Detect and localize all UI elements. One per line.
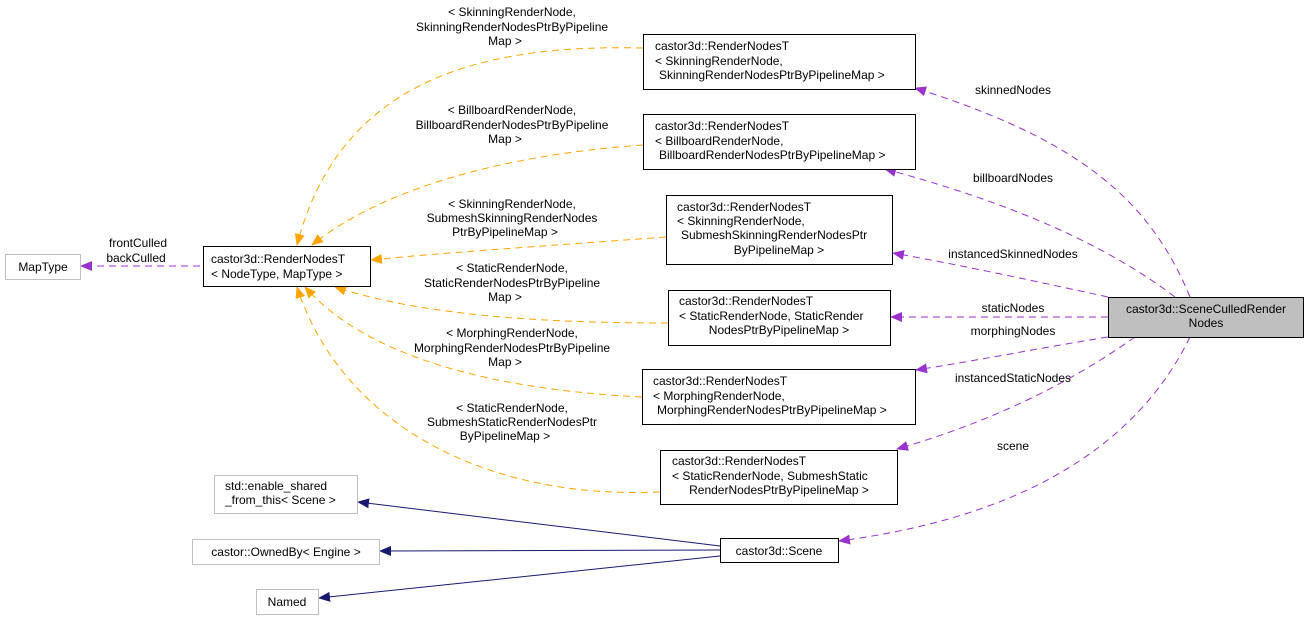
member-label-billboard: billboardNodes [973, 171, 1053, 185]
template-label-static: < StaticRenderNode, StaticRenderNodesPtr… [424, 261, 600, 304]
svg-text:castor3d::RenderNodesT: castor3d::RenderNodesT [677, 200, 812, 214]
svg-text:BillboardRenderNodesPtrByPipel: BillboardRenderNodesPtrByPipelineMap > [659, 148, 885, 162]
svg-text:castor3d::RenderNodesT: castor3d::RenderNodesT [211, 252, 346, 266]
svg-text:NodesPtrByPipelineMap >: NodesPtrByPipelineMap > [709, 323, 849, 337]
template-label-submesh-skinning: < SkinningRenderNode, SubmeshSkinningRen… [427, 197, 598, 239]
svg-text:Nodes: Nodes [1189, 316, 1224, 330]
member-edge-skinned [914, 86, 1191, 298]
svg-text:castor3d::RenderNodesT: castor3d::RenderNodesT [653, 374, 788, 388]
template-edge-submesh-skinning [370, 236, 667, 264]
inherit-edge-owned-by [379, 545, 721, 556]
svg-text:_from_this< Scene >: _from_this< Scene > [224, 493, 336, 507]
svg-text:castor3d::SceneCulledRender: castor3d::SceneCulledRender [1126, 302, 1286, 316]
svg-text:< BillboardRenderNode,: < BillboardRenderNode, [655, 134, 783, 148]
node-submesh-skinning-render-nodes[interactable]: castor3d::RenderNodesT < SkinningRenderN… [666, 195, 893, 265]
template-edge-submesh-static [295, 286, 661, 494]
node-static-render-nodes[interactable]: castor3d::RenderNodesT < StaticRenderNod… [668, 290, 891, 346]
svg-text:< SkinningRenderNode,: < SkinningRenderNode, [655, 54, 783, 68]
svg-text:ByPipelineMap >: ByPipelineMap > [734, 243, 824, 257]
node-billboard-render-nodes[interactable]: castor3d::RenderNodesT < BillboardRender… [643, 114, 916, 170]
svg-text:Map >: Map > [488, 355, 522, 369]
member-label-skinned: skinnedNodes [975, 83, 1051, 97]
svg-text:castor3d::RenderNodesT: castor3d::RenderNodesT [679, 294, 814, 308]
member-label-morphing: morphingNodes [971, 324, 1056, 338]
svg-text:castor3d::RenderNodesT: castor3d::RenderNodesT [655, 119, 790, 133]
svg-text:SkinningRenderNodesPtrByPipeli: SkinningRenderNodesPtrByPipelineMap > [659, 68, 885, 82]
svg-text:backCulled: backCulled [106, 251, 165, 265]
svg-text:Map >: Map > [488, 132, 522, 146]
node-scene-culled-render-nodes[interactable]: castor3d::SceneCulledRender Nodes [1108, 297, 1304, 338]
svg-text:MapType: MapType [18, 260, 68, 274]
template-label-submesh-static: < StaticRenderNode, SubmeshStaticRenderN… [427, 401, 597, 443]
node-morphing-render-nodes[interactable]: castor3d::RenderNodesT < MorphingRenderN… [642, 369, 916, 425]
svg-text:SubmeshSkinningRenderNodesPtr: SubmeshSkinningRenderNodesPtr [681, 228, 867, 242]
svg-text:Map >: Map > [488, 290, 522, 304]
svg-text:< NodeType, MapType >: < NodeType, MapType > [211, 267, 342, 281]
svg-text:RenderNodesPtrByPipelineMap >: RenderNodesPtrByPipelineMap > [689, 483, 869, 497]
template-label-skinning: < SkinningRenderNode, SkinningRenderNode… [416, 5, 608, 48]
svg-text:SkinningRenderNodesPtrByPipeli: SkinningRenderNodesPtrByPipeline [416, 20, 608, 34]
svg-text:< StaticRenderNode,: < StaticRenderNode, [456, 401, 568, 415]
inherit-edge-enable-shared [357, 498, 721, 547]
member-edge-morphing [915, 336, 1109, 374]
svg-text:< StaticRenderNode, StaticRend: < StaticRenderNode, StaticRender [679, 309, 863, 323]
template-label-morphing: < MorphingRenderNode, MorphingRenderNode… [414, 326, 610, 369]
member-edge-instanced-static [896, 336, 1136, 451]
node-maptype[interactable]: MapType [5, 254, 81, 280]
svg-text:< BillboardRenderNode,: < BillboardRenderNode, [448, 103, 576, 117]
svg-text:castor3d::RenderNodesT: castor3d::RenderNodesT [672, 454, 807, 468]
node-named[interactable]: Named [256, 589, 319, 615]
node-scene[interactable]: castor3d::Scene [720, 538, 839, 563]
svg-text:< StaticRenderNode, SubmeshSta: < StaticRenderNode, SubmeshStatic [672, 469, 868, 483]
node-owned-by-engine[interactable]: castor::OwnedBy< Engine > [192, 539, 380, 565]
svg-text:BillboardRenderNodesPtrByPipel: BillboardRenderNodesPtrByPipeline [416, 118, 609, 132]
svg-text:MorphingRenderNodesPtrByPipeli: MorphingRenderNodesPtrByPipelineMap > [657, 403, 887, 417]
svg-text:castor3d::RenderNodesT: castor3d::RenderNodesT [655, 39, 790, 53]
svg-text:Named: Named [268, 595, 307, 609]
member-label-instanced-skinned: instancedSkinnedNodes [948, 247, 1077, 261]
node-render-nodes-t[interactable]: castor3d::RenderNodesT < NodeType, MapTy… [203, 246, 371, 287]
svg-text:ByPipelineMap >: ByPipelineMap > [460, 429, 550, 443]
svg-text:< StaticRenderNode,: < StaticRenderNode, [456, 261, 568, 275]
svg-text:std::enable_shared: std::enable_shared [225, 479, 327, 493]
svg-text:SubmeshStaticRenderNodesPtr: SubmeshStaticRenderNodesPtr [427, 415, 597, 429]
member-label-instanced-static: instancedStaticNodes [955, 371, 1071, 385]
member-label-static: staticNodes [982, 301, 1045, 315]
template-label-billboard: < BillboardRenderNode, BillboardRenderNo… [416, 103, 609, 146]
member-edge-billboard [884, 167, 1176, 298]
node-skinning-render-nodes[interactable]: castor3d::RenderNodesT < SkinningRenderN… [643, 34, 916, 90]
svg-text:< SkinningRenderNode,: < SkinningRenderNode, [448, 197, 576, 211]
svg-text:< SkinningRenderNode,: < SkinningRenderNode, [448, 5, 576, 19]
svg-text:Map >: Map > [488, 34, 522, 48]
collaboration-diagram: < SkinningRenderNode, SkinningRenderNode… [5, 5, 1304, 615]
svg-text:castor::OwnedBy< Engine >: castor::OwnedBy< Engine > [211, 545, 360, 559]
svg-text:StaticRenderNodesPtrByPipeline: StaticRenderNodesPtrByPipeline [424, 276, 600, 290]
svg-text:castor3d::Scene: castor3d::Scene [736, 544, 823, 558]
svg-text:< SkinningRenderNode,: < SkinningRenderNode, [677, 214, 805, 228]
svg-text:frontCulled: frontCulled [109, 236, 167, 250]
svg-text:SubmeshSkinningRenderNodes: SubmeshSkinningRenderNodes [427, 211, 598, 225]
svg-text:< MorphingRenderNode,: < MorphingRenderNode, [446, 326, 578, 340]
svg-text:PtrByPipelineMap >: PtrByPipelineMap > [452, 225, 558, 239]
svg-text:MorphingRenderNodesPtrByPipeli: MorphingRenderNodesPtrByPipeline [414, 341, 610, 355]
member-label-maptype: frontCulled backCulled [106, 236, 167, 265]
svg-text:< MorphingRenderNode,: < MorphingRenderNode, [653, 389, 785, 403]
node-enable-shared-from-this[interactable]: std::enable_shared _from_this< Scene > [214, 475, 358, 514]
member-label-scene: scene [997, 439, 1029, 453]
node-submesh-static-render-nodes[interactable]: castor3d::RenderNodesT < StaticRenderNod… [660, 450, 898, 505]
